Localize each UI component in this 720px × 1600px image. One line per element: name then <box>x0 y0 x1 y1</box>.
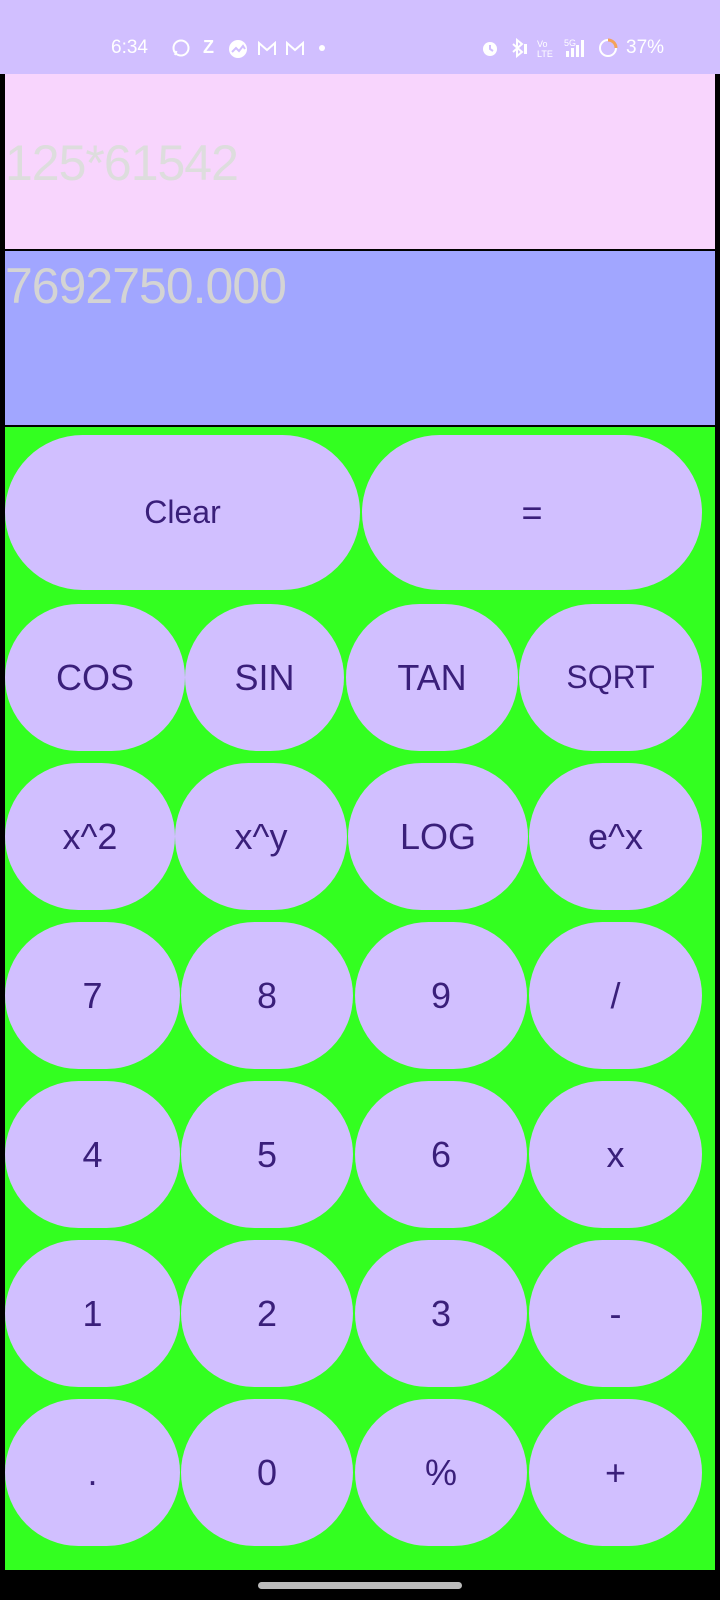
bluetooth-icon <box>512 38 527 58</box>
calculator-app: 125*61542 7692750.000 Clear = COS SIN TA… <box>0 74 720 1570</box>
expression-display[interactable]: 125*61542 <box>5 74 715 249</box>
z-icon: Z <box>203 37 214 57</box>
equals-button[interactable]: = <box>362 435 702 590</box>
square-button[interactable]: x^2 <box>5 763 175 910</box>
home-gesture-bar[interactable] <box>258 1582 462 1589</box>
power-button[interactable]: x^y <box>175 763 347 910</box>
sqrt-button[interactable]: SQRT <box>519 604 702 751</box>
five-button[interactable]: 5 <box>181 1081 353 1228</box>
photos-icon <box>229 40 247 58</box>
four-button[interactable]: 4 <box>5 1081 180 1228</box>
decimal-button[interactable]: . <box>5 1399 180 1546</box>
gmail-icon <box>258 41 276 55</box>
status-bar: 6:34 Z Vo LTE 5G 37% <box>0 0 720 74</box>
gmail-icon <box>286 41 304 55</box>
keypad: Clear = COS SIN TAN SQRT x^2 x^y LOG e^x… <box>5 427 715 1570</box>
exp-button[interactable]: e^x <box>529 763 702 910</box>
divide-button[interactable]: / <box>529 922 702 1069</box>
volte-icon: Vo LTE <box>537 39 553 58</box>
two-button[interactable]: 2 <box>181 1240 353 1387</box>
one-button[interactable]: 1 <box>5 1240 180 1387</box>
svg-text:Vo: Vo <box>537 39 548 49</box>
svg-text:5G: 5G <box>564 38 576 48</box>
three-button[interactable]: 3 <box>355 1240 527 1387</box>
percent-button[interactable]: % <box>355 1399 527 1546</box>
log-button[interactable]: LOG <box>348 763 528 910</box>
sin-button[interactable]: SIN <box>185 604 344 751</box>
clear-button[interactable]: Clear <box>5 435 360 590</box>
zero-button[interactable]: 0 <box>181 1399 353 1546</box>
minus-button[interactable]: - <box>529 1240 702 1387</box>
nine-button[interactable]: 9 <box>355 922 527 1069</box>
battery-saver-icon <box>599 38 618 57</box>
result-display: 7692750.000 <box>5 251 715 425</box>
status-time: 6:34 <box>111 37 148 58</box>
seven-button[interactable]: 7 <box>5 922 180 1069</box>
5g-signal-icon: 5G <box>564 38 584 57</box>
battery-percentage: 37% <box>626 37 665 58</box>
six-button[interactable]: 6 <box>355 1081 527 1228</box>
plus-button[interactable]: + <box>529 1399 702 1546</box>
alarm-icon <box>483 42 497 56</box>
dot-icon <box>319 45 325 51</box>
eight-button[interactable]: 8 <box>181 922 353 1069</box>
whatsapp-icon <box>172 39 190 57</box>
svg-text:LTE: LTE <box>537 49 553 58</box>
multiply-button[interactable]: x <box>529 1081 702 1228</box>
cos-button[interactable]: COS <box>5 604 185 751</box>
tan-button[interactable]: TAN <box>346 604 518 751</box>
